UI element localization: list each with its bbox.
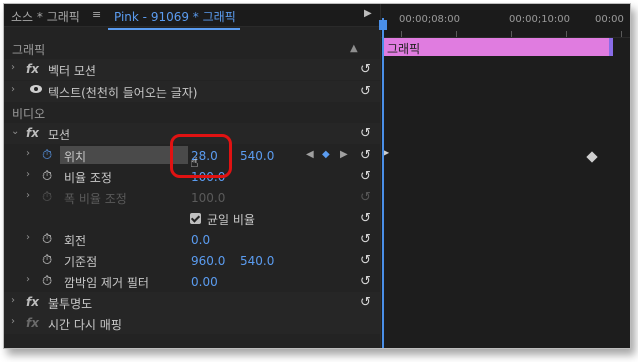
stopwatch-icon[interactable]: ⏱: [42, 148, 52, 163]
reset-icon: ↺: [360, 190, 371, 205]
keyframe-diamond-icon[interactable]: [586, 151, 598, 163]
expand-chevron-icon: ›: [26, 190, 30, 201]
add-keyframe-icon[interactable]: ◆: [322, 149, 330, 160]
effect-label: 벡터 모션: [48, 64, 96, 78]
property-row-scale-width: › ⏱ 폭 비율 조정 100.0 ↺: [4, 187, 380, 208]
timecode-label: 00:00;08:00: [399, 14, 461, 25]
time-ruler[interactable]: 00:00;08:00 00:00;10:00 00:00: [381, 4, 630, 38]
property-label: 기준점: [64, 255, 98, 269]
expand-chevron-icon[interactable]: ›: [11, 62, 15, 73]
section-video-label: 비디오: [12, 107, 46, 121]
effect-row-vector-motion[interactable]: › fx 벡터 모션 ↺: [4, 59, 380, 80]
reset-icon[interactable]: ↺: [360, 274, 371, 289]
expand-chevron-icon[interactable]: ›: [26, 232, 30, 243]
effect-controls-window: 소스 * 그래픽 ≡ Pink - 91069 * 그래픽 ▶ 그래픽 ▲ › …: [3, 3, 631, 349]
hand-cursor-icon: ☝: [190, 155, 199, 171]
reset-icon[interactable]: ↺: [360, 84, 371, 99]
effect-label: 시간 다시 매핑: [48, 318, 122, 332]
playhead-line[interactable]: [382, 18, 384, 348]
effect-label: 불투명도: [48, 297, 93, 311]
expand-chevron-icon[interactable]: ›: [26, 169, 30, 180]
mini-timeline: 00:00;08:00 00:00;10:00 00:00 그래픽 ▶: [379, 4, 630, 348]
property-row-anti-flicker: › ⏱ 깜박임 제거 필터 0.00 ↺: [4, 271, 380, 292]
ruler-tick: [401, 31, 402, 37]
playhead-handle[interactable]: [379, 20, 387, 30]
stopwatch-icon[interactable]: ⏱: [42, 169, 52, 184]
anti-flicker-value[interactable]: 0.00: [191, 275, 218, 289]
reset-icon[interactable]: ↺: [360, 148, 371, 163]
clip-end-handle[interactable]: [609, 38, 613, 56]
reset-icon[interactable]: ↺: [360, 62, 371, 77]
fx-icon: fx: [26, 316, 39, 330]
expand-chevron-icon[interactable]: ›: [11, 295, 15, 306]
prev-keyframe-icon[interactable]: ◀: [306, 149, 314, 160]
effect-label: 텍스트(천천히 들어오는 글자): [48, 86, 198, 100]
position-y-value[interactable]: 540.0: [240, 149, 274, 163]
property-label: 깜박임 제거 필터: [64, 276, 149, 290]
expand-chevron-icon[interactable]: ›: [26, 274, 30, 285]
ruler-tick: [621, 31, 622, 37]
property-label: 위치: [64, 150, 87, 164]
stopwatch-icon[interactable]: ⏱: [42, 253, 52, 268]
reset-icon[interactable]: ↺: [360, 253, 371, 268]
panel-menu-icon[interactable]: ≡: [92, 8, 101, 21]
reset-icon[interactable]: ↺: [360, 232, 371, 247]
tab-sequence-clip[interactable]: Pink - 91069 * 그래픽: [108, 8, 240, 30]
scale-width-value: 100.0: [191, 191, 226, 205]
ruler-tick: [511, 31, 512, 37]
expanded-chevron-icon[interactable]: ⌄: [11, 126, 19, 137]
expand-chevron-icon[interactable]: ›: [11, 84, 15, 95]
stopwatch-icon: ⏱: [42, 190, 53, 205]
reset-icon[interactable]: ↺: [360, 169, 371, 184]
graphic-clip[interactable]: 그래픽: [383, 38, 609, 56]
reset-icon[interactable]: ↺: [360, 295, 371, 310]
fx-icon[interactable]: fx: [26, 126, 39, 140]
effect-row-time-remapping[interactable]: › fx 시간 다시 매핑: [4, 313, 380, 334]
panel-tab-bar: 소스 * 그래픽 ≡ Pink - 91069 * 그래픽 ▶: [4, 4, 380, 30]
expand-arrow-icon[interactable]: ▶: [364, 8, 372, 19]
fx-icon[interactable]: fx: [26, 295, 39, 309]
section-graphic: 그래픽 ▲: [4, 38, 380, 59]
timecode-label: 00:00: [595, 14, 624, 25]
uniform-scale-checkbox[interactable]: [190, 213, 201, 224]
clip-label: 그래픽: [387, 42, 421, 56]
property-label: 폭 비율 조정: [64, 192, 127, 206]
expand-chevron-icon[interactable]: ›: [11, 316, 15, 327]
tab-source[interactable]: 소스 * 그래픽: [11, 8, 80, 25]
reset-icon[interactable]: ↺: [360, 126, 371, 141]
anchor-x-value[interactable]: 960.0: [191, 254, 225, 268]
reset-icon[interactable]: ↺: [360, 211, 371, 226]
collapse-triangle-icon[interactable]: ▲: [350, 43, 358, 54]
expand-chevron-icon[interactable]: ›: [26, 148, 30, 159]
property-label: 회전: [64, 234, 87, 248]
anchor-y-value[interactable]: 540.0: [240, 254, 274, 268]
effect-row-opacity[interactable]: › fx 불투명도 ↺: [4, 292, 380, 313]
stopwatch-icon[interactable]: ⏱: [42, 232, 52, 247]
property-row-uniform-scale: 균일 비율 ↺: [4, 208, 380, 229]
section-video: 비디오: [4, 102, 380, 123]
ruler-tick: [566, 31, 567, 37]
eye-icon[interactable]: [30, 85, 42, 93]
timecode-label: 00:00;10:00: [509, 14, 571, 25]
property-row-rotation: › ⏱ 회전 0.0 ↺: [4, 229, 380, 250]
next-keyframe-icon[interactable]: ▶: [340, 149, 348, 160]
property-row-anchor-point: ⏱ 기준점 960.0 540.0 ↺: [4, 250, 380, 271]
fx-icon[interactable]: fx: [26, 62, 39, 76]
section-graphic-label: 그래픽: [12, 43, 46, 57]
effect-label: 모션: [48, 128, 71, 142]
effect-row-text[interactable]: › 텍스트(천천히 들어오는 글자) ↺: [4, 81, 380, 102]
rotation-value[interactable]: 0.0: [191, 233, 210, 247]
property-label: 비율 조정: [64, 171, 112, 185]
annotation-highlight-box: [170, 134, 232, 178]
stopwatch-icon[interactable]: ⏱: [42, 274, 52, 289]
checkbox-label: 균일 비율: [207, 213, 255, 227]
ruler-tick: [456, 31, 457, 37]
